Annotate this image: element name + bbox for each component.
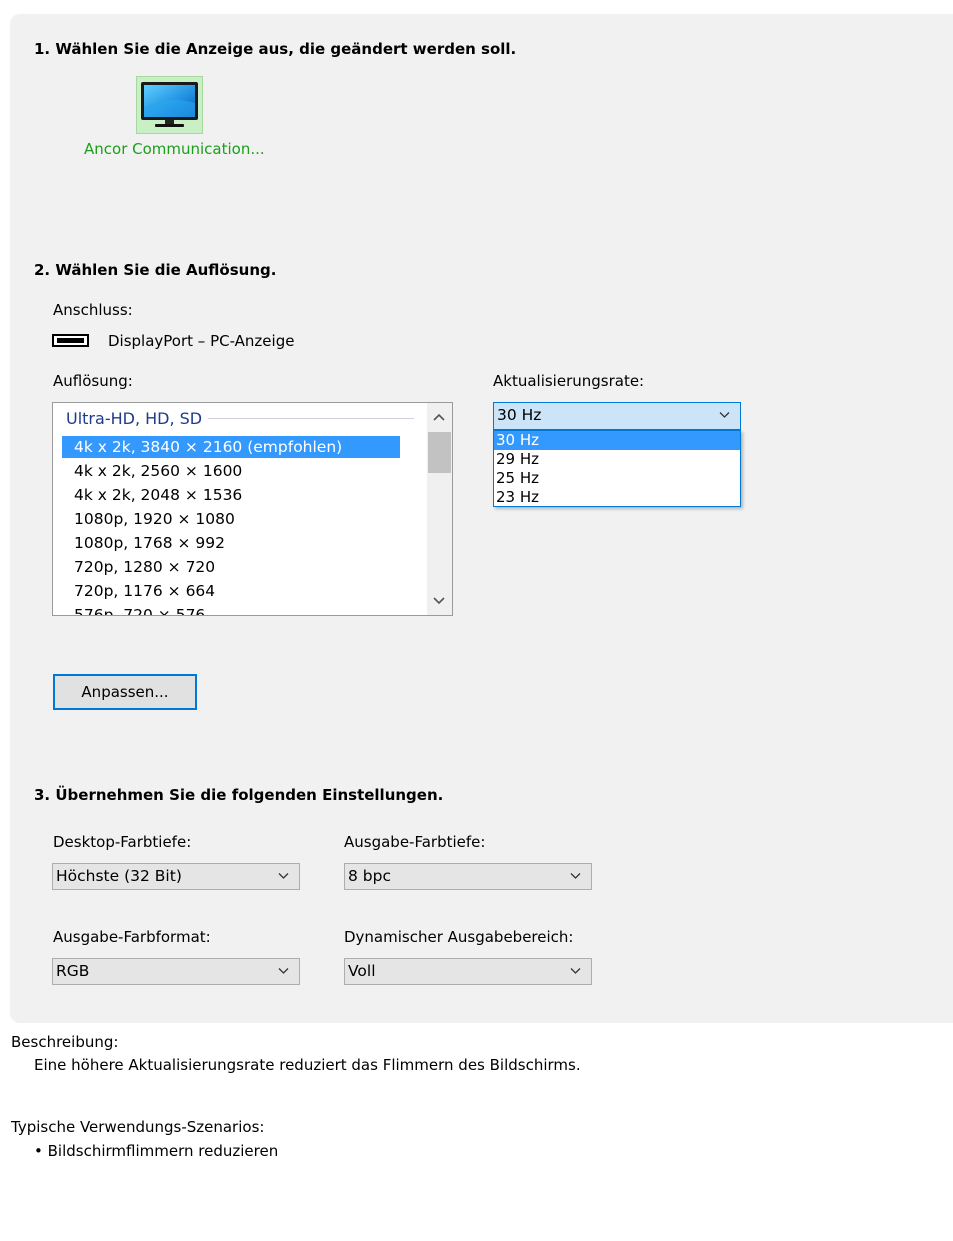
display-name[interactable]: Ancor Communication...	[84, 140, 265, 158]
resolution-item[interactable]: 1080p, 1920 × 1080	[62, 508, 400, 530]
resolution-listbox[interactable]: Ultra-HD, HD, SD 4k x 2k, 3840 × 2160 (e…	[52, 402, 453, 616]
output-format-label: Ausgabe-Farbformat:	[53, 928, 211, 946]
description-text: Eine höhere Aktualisierungsrate reduzier…	[34, 1056, 581, 1074]
refresh-rate-value: 30 Hz	[497, 406, 542, 424]
displayport-icon	[52, 334, 89, 347]
dynamic-range-value: Voll	[348, 962, 376, 980]
description-label: Beschreibung:	[11, 1033, 119, 1051]
monitor-icon	[141, 82, 198, 127]
resolution-item[interactable]: 4k x 2k, 2560 × 1600	[62, 460, 400, 482]
refresh-rate-select[interactable]: 30 Hz	[493, 402, 741, 430]
desktop-depth-value: Höchste (32 Bit)	[56, 867, 182, 885]
display-monitor-tile[interactable]	[136, 76, 203, 134]
chevron-down-icon	[570, 968, 581, 974]
dynamic-range-label: Dynamischer Ausgabebereich:	[344, 928, 574, 946]
connection-value: DisplayPort – PC-Anzeige	[108, 332, 295, 350]
scenarios-label: Typische Verwendungs-Szenarios:	[11, 1118, 265, 1136]
chevron-down-icon	[278, 873, 289, 879]
resolution-item[interactable]: 720p, 1176 × 664	[62, 580, 400, 602]
output-format-value: RGB	[56, 962, 90, 980]
chevron-down-icon	[278, 968, 289, 974]
refresh-option[interactable]: 29 Hz	[494, 450, 740, 469]
refresh-option-selected[interactable]: 30 Hz	[494, 431, 740, 450]
chevron-down-icon	[719, 412, 730, 418]
scenario-text: Bildschirmflimmern reduzieren	[47, 1142, 279, 1160]
output-depth-label: Ausgabe-Farbtiefe:	[344, 833, 486, 851]
resolution-item[interactable]: 720p, 1280 × 720	[62, 556, 400, 578]
dynamic-range-select[interactable]: Voll	[344, 958, 592, 985]
output-format-select[interactable]: RGB	[52, 958, 300, 985]
section1-heading: 1. Wählen Sie die Anzeige aus, die geänd…	[34, 40, 517, 58]
customize-button[interactable]: Anpassen...	[53, 674, 197, 710]
section3-heading: 3. Übernehmen Sie die folgenden Einstell…	[34, 786, 444, 804]
resolution-scrollbar[interactable]	[427, 403, 452, 615]
scroll-down-icon[interactable]	[433, 594, 445, 606]
refresh-option[interactable]: 23 Hz	[494, 488, 740, 507]
desktop-depth-label: Desktop-Farbtiefe:	[53, 833, 192, 851]
resolution-item[interactable]: 1080p, 1768 × 992	[62, 532, 400, 554]
bullet-icon: •	[34, 1142, 48, 1160]
desktop-depth-select[interactable]: Höchste (32 Bit)	[52, 863, 300, 890]
group-divider	[208, 418, 414, 419]
resolution-item[interactable]: 576p, 720 × 576	[62, 604, 400, 615]
output-depth-value: 8 bpc	[348, 867, 391, 885]
resolution-label: Auflösung:	[53, 372, 133, 390]
resolution-item-selected[interactable]: 4k x 2k, 3840 × 2160 (empfohlen)	[62, 436, 400, 458]
refresh-rate-dropdown-list[interactable]: 30 Hz 29 Hz 25 Hz 23 Hz	[493, 430, 741, 507]
scenario-list-item: • Bildschirmflimmern reduzieren	[34, 1142, 278, 1160]
scroll-up-icon[interactable]	[433, 412, 445, 424]
output-depth-select[interactable]: 8 bpc	[344, 863, 592, 890]
resolution-group-header: Ultra-HD, HD, SD	[66, 409, 203, 428]
connection-label: Anschluss:	[53, 301, 133, 319]
scroll-thumb[interactable]	[428, 432, 451, 473]
chevron-down-icon	[570, 873, 581, 879]
section2-heading: 2. Wählen Sie die Auflösung.	[34, 261, 277, 279]
refresh-rate-label: Aktualisierungsrate:	[493, 372, 645, 390]
refresh-option[interactable]: 25 Hz	[494, 469, 740, 488]
resolution-item[interactable]: 4k x 2k, 2048 × 1536	[62, 484, 400, 506]
